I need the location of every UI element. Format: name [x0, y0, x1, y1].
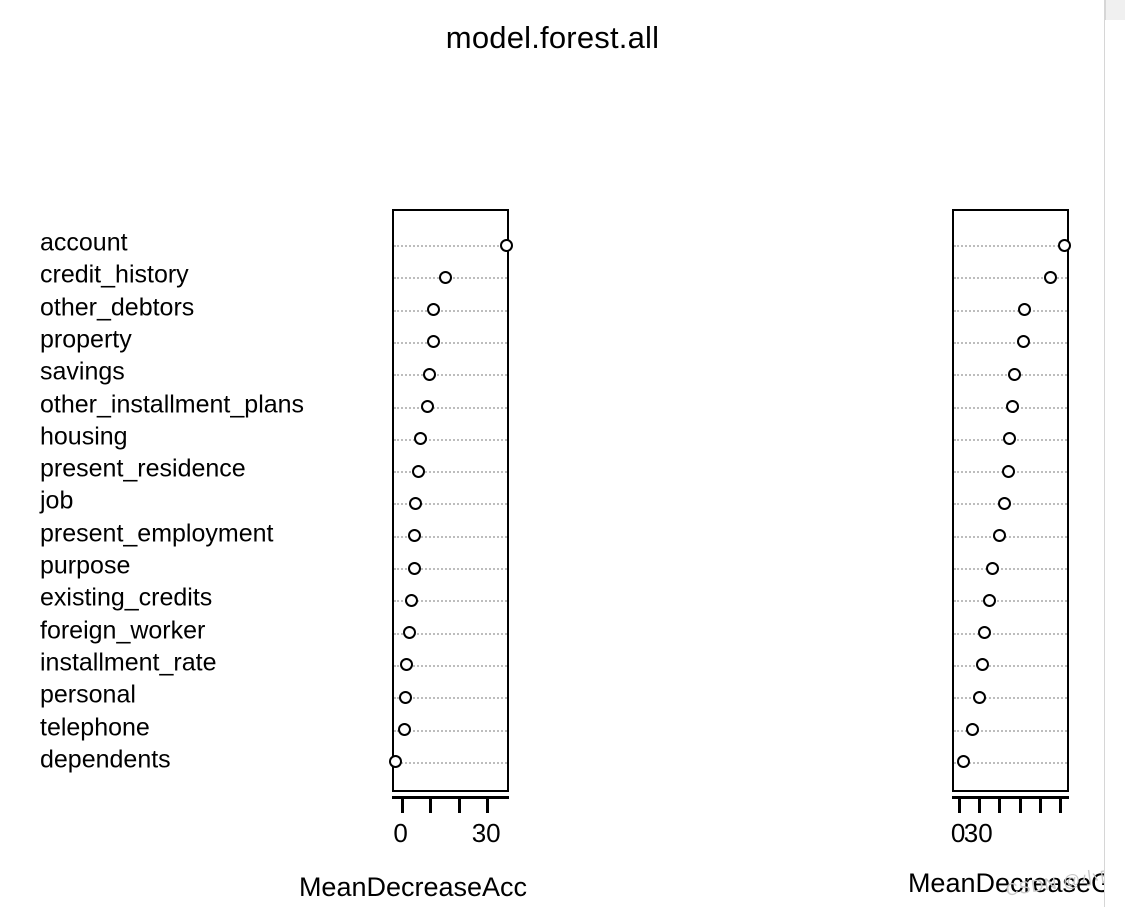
data-point: [982, 593, 996, 607]
gridline: [394, 341, 507, 344]
x-axis-title-gini: MeanDecreaseG: [907, 868, 1113, 898]
axis-tick: [978, 796, 982, 813]
data-point: [414, 432, 428, 446]
axis-line: [392, 796, 509, 799]
gridline: [954, 535, 1067, 538]
axis-tick: [998, 796, 1002, 813]
variable-label: housing: [40, 422, 128, 451]
variable-label: savings: [40, 357, 125, 386]
gridline: [394, 761, 507, 764]
data-point: [412, 464, 426, 478]
variable-label: foreign_worker: [40, 616, 206, 645]
data-point: [1017, 335, 1031, 349]
gridline: [954, 664, 1067, 667]
variable-label: other_installment_plans: [40, 390, 305, 418]
data-point: [399, 690, 413, 704]
data-point: [977, 626, 991, 640]
variable-label: existing_credits: [40, 583, 213, 612]
variable-label: present_employment: [40, 519, 274, 548]
axis-tick: [1058, 796, 1062, 813]
axis-tick: [486, 796, 490, 813]
axis-tick-label: 30: [963, 818, 993, 848]
gridline: [954, 341, 1067, 344]
gridline: [954, 568, 1067, 570]
axis-tick: [1018, 796, 1022, 813]
gridline: [954, 600, 1067, 603]
data-point: [1058, 238, 1072, 252]
gridline: [394, 309, 507, 312]
gridline: [954, 761, 1067, 764]
data-point: [1002, 432, 1016, 446]
axis-tick: [429, 796, 433, 813]
data-point: [398, 723, 412, 736]
variable-label: property: [40, 325, 132, 354]
variable-label: personal: [40, 680, 136, 709]
scrollbar-thumb[interactable]: [1105, 0, 1125, 20]
plot-area-accuracy: [388, 209, 514, 792]
axis-tick-label: 30: [471, 818, 501, 848]
data-point: [388, 755, 402, 769]
data-point: [972, 690, 986, 704]
gridline: [394, 471, 507, 474]
data-point: [423, 367, 437, 381]
data-point: [408, 529, 422, 543]
gridline: [394, 374, 507, 377]
gridline: [394, 245, 507, 247]
variable-label: telephone: [40, 713, 150, 741]
data-point: [956, 755, 970, 769]
variable-label: credit_history: [40, 260, 189, 289]
data-point: [992, 529, 1006, 543]
data-point: [1001, 464, 1015, 478]
data-point: [409, 496, 423, 510]
variable-label: present_residence: [40, 454, 246, 483]
data-point: [400, 658, 414, 672]
scrollbar-gutter[interactable]: [1104, 0, 1125, 907]
gridline: [954, 245, 1067, 247]
axis-tick: [400, 796, 404, 813]
axis-tick-label: 0: [393, 818, 408, 848]
gridline: [954, 697, 1067, 700]
data-point: [438, 270, 452, 284]
data-point: [985, 561, 999, 575]
gridline: [954, 632, 1067, 635]
plot-window: model.forest.all account credit_history ot…: [0, 0, 1125, 907]
axis-tick: [958, 796, 962, 813]
data-point: [1008, 367, 1022, 381]
data-point: [1006, 400, 1019, 413]
axis-tick: [457, 796, 461, 813]
panel-mean-decrease-accuracy: account credit_history other_debtorsproper…: [0, 0, 560, 907]
panel-mean-decrease-gini: accountpurposepresent_employmentcredit_h…: [560, 0, 1112, 907]
data-point: [426, 303, 440, 317]
x-axis-title-accuracy: MeanDecreaseAcc: [298, 872, 528, 902]
plot-area-gini: [952, 209, 1072, 792]
data-point: [975, 658, 989, 672]
gridline: [394, 438, 507, 441]
data-point: [500, 238, 514, 252]
gridline: [954, 309, 1067, 312]
variable-label: installment_rate: [40, 648, 217, 677]
data-point: [1044, 270, 1058, 284]
data-point: [965, 723, 979, 736]
variable-label: purpose: [40, 551, 131, 580]
variable-label: dependents: [40, 745, 171, 774]
data-point: [421, 400, 435, 413]
variable-label: other_debtors: [40, 293, 195, 322]
gridline: [394, 406, 507, 409]
data-point: [405, 593, 419, 607]
variable-label: account: [40, 228, 128, 257]
axis-line: [952, 796, 1069, 799]
data-point: [408, 561, 422, 575]
data-point: [426, 335, 440, 349]
data-point: [997, 496, 1011, 510]
data-point: [1018, 303, 1032, 317]
axis-tick: [1038, 796, 1042, 813]
data-point: [403, 626, 417, 640]
variable-label: job: [40, 486, 74, 515]
